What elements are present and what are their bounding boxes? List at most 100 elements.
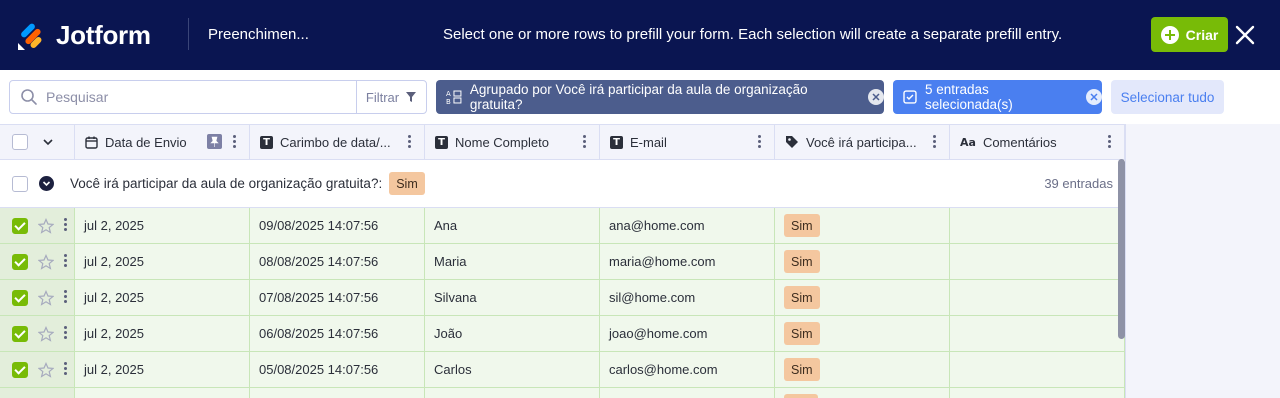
answer-badge-partial — [784, 394, 818, 398]
cell-comment — [950, 208, 1125, 243]
answer-badge: Sim — [784, 358, 820, 381]
cell-comment — [950, 388, 1125, 398]
table-row[interactable]: jul 2, 2025 09/08/2025 14:07:56 Ana ana@… — [0, 208, 1125, 244]
cell-date: jul 2, 2025 — [75, 280, 250, 315]
cell-answer: Sim — [775, 280, 950, 315]
jotform-logo[interactable]: Jotform — [16, 20, 151, 51]
column-menu-icon[interactable] — [583, 135, 587, 149]
row-checkbox[interactable] — [12, 325, 28, 342]
chevron-down-icon[interactable] — [42, 136, 54, 148]
table-row[interactable]: jul 2, 2025 07/08/2025 14:07:56 Silvana … — [0, 280, 1125, 316]
row-checkbox[interactable] — [12, 289, 28, 306]
row-checkbox[interactable] — [12, 253, 28, 270]
header-select-control — [0, 125, 75, 159]
create-button[interactable]: Criar — [1151, 17, 1228, 52]
star-icon[interactable] — [38, 217, 54, 234]
column-label: Nome Completo — [455, 134, 549, 150]
clear-selection-icon[interactable] — [1086, 89, 1102, 105]
row-checkbox[interactable] — [12, 217, 28, 234]
pin-icon[interactable] — [207, 134, 222, 149]
plus-icon — [1160, 25, 1179, 44]
search-input[interactable] — [46, 89, 346, 105]
cell-date: jul 2, 2025 — [75, 244, 250, 279]
close-icon[interactable] — [1232, 22, 1258, 48]
cell-date — [75, 388, 250, 398]
group-by-chip[interactable]: A B Agrupado por Você irá participar da … — [436, 80, 884, 114]
row-menu-icon[interactable] — [64, 362, 68, 377]
group-label: Você irá participar da aula de organizaç… — [70, 176, 383, 191]
cell-timestamp: 08/08/2025 14:07:56 — [250, 244, 425, 279]
selected-entries-chip[interactable]: 5 entradas selecionada(s) — [893, 80, 1102, 114]
column-menu-icon[interactable] — [233, 135, 237, 149]
filter-label: Filtrar — [365, 89, 400, 105]
cell-timestamp — [250, 388, 425, 398]
column-header-participation[interactable]: Você irá participa... — [775, 125, 950, 159]
select-all-checkbox[interactable] — [12, 134, 28, 150]
search-box: Filtrar — [9, 80, 427, 114]
cell-timestamp: 05/08/2025 14:07:56 — [250, 352, 425, 387]
row-checkbox[interactable] — [12, 361, 28, 378]
row-menu-icon[interactable] — [64, 290, 68, 305]
column-header-full-name[interactable]: T Nome Completo — [425, 125, 600, 159]
aa-icon: Aa — [960, 135, 976, 149]
answer-badge: Sim — [784, 214, 820, 237]
cell-email: maria@home.com — [600, 244, 775, 279]
row-menu-icon[interactable] — [64, 254, 68, 269]
column-menu-icon[interactable] — [1108, 135, 1112, 149]
star-icon[interactable] — [38, 325, 54, 342]
table-row[interactable]: jul 2, 2025 06/08/2025 14:07:56 João joa… — [0, 316, 1125, 352]
svg-text:B: B — [446, 98, 451, 105]
cell-comment — [950, 244, 1125, 279]
cell-timestamp: 06/08/2025 14:07:56 — [250, 316, 425, 351]
cell-comment — [950, 316, 1125, 351]
column-menu-icon[interactable] — [933, 135, 937, 149]
checkbox-icon — [903, 90, 917, 104]
row-menu-icon[interactable] — [64, 218, 68, 233]
create-button-label: Criar — [1185, 26, 1219, 43]
table-row[interactable] — [0, 388, 1125, 398]
filter-button[interactable]: Filtrar — [356, 81, 426, 113]
collapse-group-icon[interactable] — [39, 176, 54, 191]
cell-answer: Sim — [775, 352, 950, 387]
star-icon[interactable] — [38, 361, 54, 378]
text-icon: T — [435, 135, 448, 149]
top-bar: Jotform Preenchimen... Select one or mor… — [0, 0, 1280, 70]
tag-icon — [786, 136, 798, 148]
column-header-timestamp[interactable]: T Carimbo de data/... — [250, 125, 425, 159]
answer-badge: Sim — [784, 286, 820, 309]
table-row[interactable]: jul 2, 2025 05/08/2025 14:07:56 Carlos c… — [0, 352, 1125, 388]
brand-name: Jotform — [56, 20, 151, 50]
row-controls — [0, 316, 75, 351]
remove-group-icon[interactable] — [868, 89, 884, 105]
row-menu-icon[interactable] — [64, 326, 68, 341]
column-menu-icon[interactable] — [758, 135, 762, 149]
column-label: E-mail — [630, 134, 667, 150]
column-label: Data de Envio — [105, 134, 187, 150]
column-label: Você irá participa... — [806, 134, 917, 150]
group-checkbox[interactable] — [12, 175, 28, 192]
cell-email: joao@home.com — [600, 316, 775, 351]
row-controls — [0, 208, 75, 243]
group-value-badge: Sim — [389, 172, 425, 195]
jotform-logo-icon — [18, 23, 42, 50]
cell-answer: Sim — [775, 244, 950, 279]
column-menu-icon[interactable] — [408, 135, 412, 149]
cell-name: Carlos — [425, 352, 600, 387]
selected-entries-label: 5 entradas selecionada(s) — [924, 82, 1013, 112]
text-icon: T — [610, 135, 623, 149]
search-icon — [21, 89, 37, 105]
cell-email: sil@home.com — [600, 280, 775, 315]
cell-date: jul 2, 2025 — [75, 208, 250, 243]
column-header-submission-date[interactable]: Data de Envio — [75, 125, 250, 159]
cell-email — [600, 388, 775, 398]
star-icon[interactable] — [38, 253, 54, 270]
group-sort-icon: A B — [446, 90, 462, 105]
select-all-button[interactable]: Selecionar tudo — [1111, 80, 1224, 114]
column-header-comments[interactable]: Aa Comentários — [950, 125, 1125, 159]
answer-badge: Sim — [784, 322, 820, 345]
table-scrollbar[interactable] — [1118, 159, 1125, 339]
group-row: Você irá participar da aula de organizaç… — [0, 160, 1125, 208]
star-icon[interactable] — [38, 289, 54, 306]
column-header-email[interactable]: T E-mail — [600, 125, 775, 159]
table-row[interactable]: jul 2, 2025 08/08/2025 14:07:56 Maria ma… — [0, 244, 1125, 280]
